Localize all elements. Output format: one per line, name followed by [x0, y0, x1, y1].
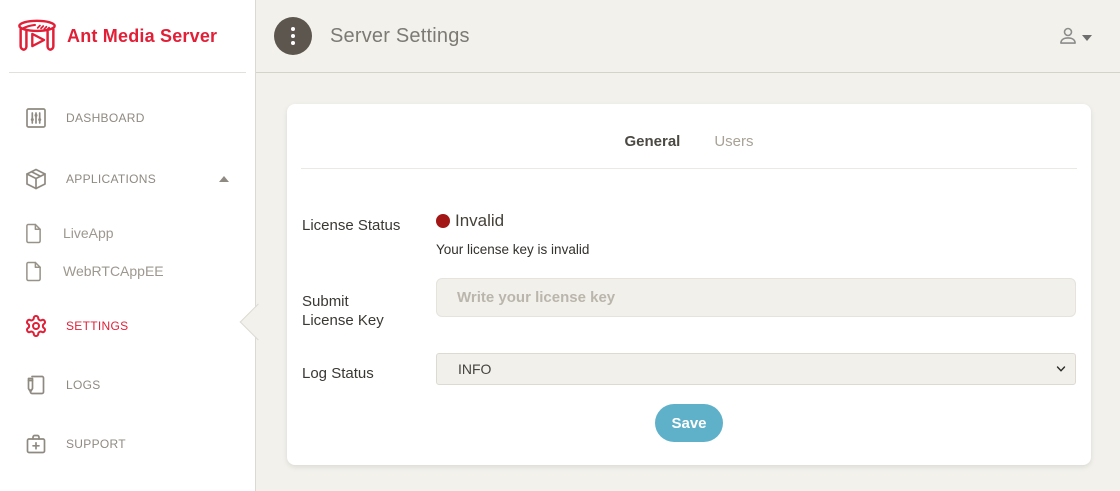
- dashboard-icon: [24, 106, 48, 130]
- chevron-down-icon: [1082, 35, 1092, 41]
- brand-name: Ant Media Server: [67, 26, 217, 47]
- applications-icon: [24, 167, 48, 191]
- settings-gear-icon: [24, 314, 48, 338]
- license-key-input[interactable]: [436, 278, 1076, 317]
- license-key-label: Submit License Key: [302, 278, 436, 330]
- brand[interactable]: Ant Media Server: [0, 0, 255, 72]
- sidebar-item-liveapp[interactable]: LiveApp: [0, 221, 255, 245]
- user-menu[interactable]: [1058, 26, 1092, 46]
- tab-general[interactable]: General: [624, 132, 680, 152]
- license-status-value: Invalid: [455, 211, 504, 231]
- sidebar-item-settings[interactable]: SETTINGS: [0, 311, 255, 341]
- content-area: General Users License Status Invalid You…: [256, 73, 1120, 491]
- sidebar-item-applications[interactable]: APPLICATIONS: [0, 164, 255, 194]
- log-status-row: Log Status INFO: [302, 353, 1076, 385]
- app-root: Ant Media Server DASHBOARD: [0, 0, 1120, 491]
- sidebar-nav: DASHBOARD APPLICATIONS LiveApp: [0, 103, 255, 459]
- sidebar-divider: [9, 72, 246, 73]
- save-row: Save: [302, 404, 1076, 442]
- license-status-description: Your license key is invalid: [436, 242, 1076, 257]
- user-icon: [1058, 26, 1078, 46]
- tab-divider: [301, 168, 1077, 169]
- chevron-up-icon: [219, 176, 229, 182]
- file-icon: [25, 261, 42, 282]
- sidebar-item-logs[interactable]: LOGS: [0, 370, 255, 400]
- settings-card: General Users License Status Invalid You…: [287, 104, 1091, 465]
- license-status-label: License Status: [302, 211, 436, 257]
- support-icon: [24, 432, 48, 456]
- license-status-row: License Status Invalid Your license key …: [302, 211, 1076, 257]
- brand-logo-icon: [17, 16, 57, 56]
- sidebar-item-label: LOGS: [66, 378, 101, 392]
- file-icon: [25, 223, 42, 244]
- log-level-select[interactable]: INFO: [436, 353, 1076, 385]
- sidebar-toggle-button[interactable]: [274, 17, 312, 55]
- logs-icon: [24, 373, 48, 397]
- page-title: Server Settings: [330, 25, 470, 48]
- sidebar-item-label: LiveApp: [63, 225, 114, 241]
- topbar: Server Settings: [256, 0, 1120, 73]
- sidebar: Ant Media Server DASHBOARD: [0, 0, 256, 491]
- kebab-menu-icon: [291, 27, 295, 45]
- sidebar-item-label: SETTINGS: [66, 319, 128, 333]
- sidebar-item-webrtcappee[interactable]: WebRTCAppEE: [0, 259, 255, 283]
- settings-form: License Status Invalid Your license key …: [287, 211, 1091, 442]
- log-status-label: Log Status: [302, 353, 436, 385]
- license-key-row: Submit License Key: [302, 278, 1076, 330]
- tab-bar: General Users: [287, 104, 1091, 152]
- status-dot-icon: [436, 214, 450, 228]
- sidebar-item-label: APPLICATIONS: [66, 172, 156, 186]
- sidebar-item-support[interactable]: SUPPORT: [0, 429, 255, 459]
- main-area: Server Settings General Users License S: [256, 0, 1120, 491]
- license-status-line: Invalid: [436, 211, 1076, 231]
- sidebar-item-label: WebRTCAppEE: [63, 263, 164, 279]
- sidebar-item-dashboard[interactable]: DASHBOARD: [0, 103, 255, 133]
- tab-users[interactable]: Users: [714, 132, 753, 152]
- save-button[interactable]: Save: [655, 404, 723, 442]
- sidebar-item-label: DASHBOARD: [66, 111, 145, 125]
- sidebar-item-label: SUPPORT: [66, 437, 126, 451]
